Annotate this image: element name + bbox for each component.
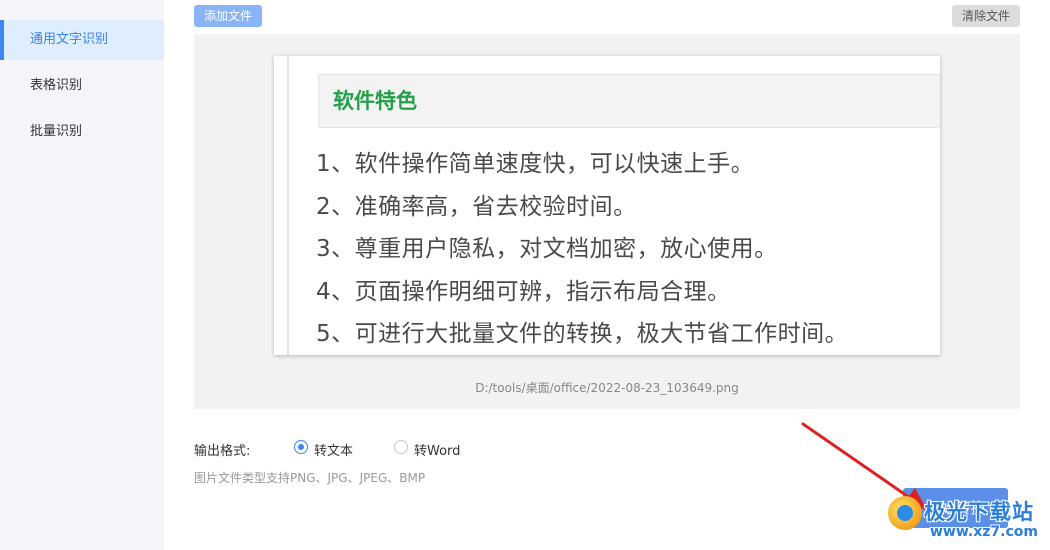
radio-to-text-label[interactable]: 转文本 xyxy=(314,440,353,459)
radio-to-text[interactable] xyxy=(294,440,308,454)
feature-line: 3、尊重用户隐私，对文档加密，放心使用。 xyxy=(316,236,778,262)
add-file-button[interactable]: 添加文件 xyxy=(194,5,262,27)
file-path: D:/tools/桌面/office/2022-08-23_103649.png xyxy=(475,381,739,395)
radio-to-word-label[interactable]: 转Word xyxy=(414,440,460,459)
watermark-url: www.xz7.com xyxy=(930,524,1038,540)
sidebar-item-label: 表格识别 xyxy=(30,78,83,93)
sidebar-item-table-ocr[interactable]: 表格识别 xyxy=(0,66,164,106)
radio-to-word[interactable] xyxy=(394,440,408,454)
image-gutter xyxy=(287,56,289,355)
feature-line: 1、软件操作简单速度快，可以快速上手。 xyxy=(316,151,755,177)
feature-header: 软件特色 xyxy=(318,74,940,128)
feature-title: 软件特色 xyxy=(333,89,417,113)
feature-line: 5、可进行大批量文件的转换，极大节省工作时间。 xyxy=(316,321,849,347)
clear-files-button[interactable]: 清除文件 xyxy=(952,5,1020,27)
sidebar-item-general-ocr[interactable]: 通用文字识别 xyxy=(0,20,164,60)
preview-image: 软件特色 1、软件操作简单速度快，可以快速上手。 2、准确率高，省去校验时间。 … xyxy=(274,56,940,355)
output-format-label: 输出格式: xyxy=(194,444,251,459)
sidebar-item-label: 批量识别 xyxy=(30,124,83,139)
image-preview-area: 软件特色 1、软件操作简单速度快，可以快速上手。 2、准确率高，省去校验时间。 … xyxy=(194,34,1020,409)
sidebar-item-label: 通用文字识别 xyxy=(30,32,109,47)
supported-types-hint: 图片文件类型支持PNG、JPG、JPEG、BMP xyxy=(194,471,426,485)
watermark-text: 极光下载站 xyxy=(924,500,1034,524)
sidebar: 通用文字识别 表格识别 批量识别 xyxy=(0,0,164,550)
feature-line: 4、页面操作明细可辨，指示布局合理。 xyxy=(316,279,731,305)
watermark-logo-icon xyxy=(888,496,922,530)
watermark: 极光下载站 www.xz7.com xyxy=(888,494,1048,548)
sidebar-item-batch-ocr[interactable]: 批量识别 xyxy=(0,112,164,152)
feature-line: 2、准确率高，省去校验时间。 xyxy=(316,194,637,220)
